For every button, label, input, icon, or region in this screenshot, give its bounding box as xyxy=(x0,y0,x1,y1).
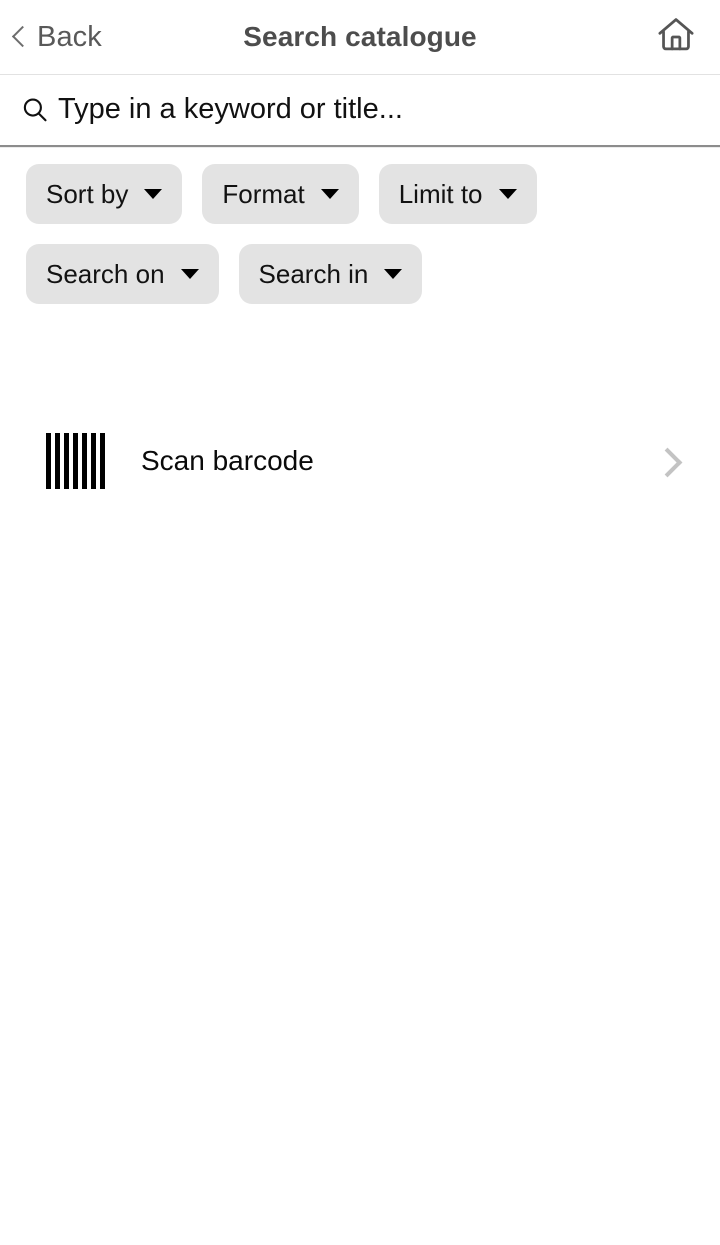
filter-chip-label: Format xyxy=(222,179,305,209)
filter-chip-label: Sort by xyxy=(46,179,129,209)
chevron-down-icon xyxy=(180,269,199,279)
back-button[interactable]: Back xyxy=(12,0,108,74)
search-icon xyxy=(20,95,50,125)
filter-chip-limit-to[interactable]: Limit to xyxy=(378,164,537,224)
scan-barcode-row[interactable]: Scan barcode xyxy=(0,418,720,504)
chevron-down-icon xyxy=(144,189,163,199)
page-title: Search catalogue xyxy=(243,21,477,52)
back-button-label: Back xyxy=(37,20,102,53)
chevron-down-icon xyxy=(384,269,403,279)
filter-chip-label: Limit to xyxy=(398,179,483,209)
home-button[interactable] xyxy=(654,0,698,74)
empty-results-area xyxy=(0,504,720,1245)
scan-barcode-label: Scan barcode xyxy=(141,445,314,476)
filter-chip-search-in[interactable]: Search in xyxy=(238,244,423,304)
filter-chip-label: Search on xyxy=(46,259,165,289)
filter-chip-group: Sort by Format Limit to Search on Search… xyxy=(0,148,666,304)
filter-chip-sort-by[interactable]: Sort by xyxy=(26,164,183,224)
search-input[interactable] xyxy=(58,94,700,126)
chevron-right-icon xyxy=(664,444,684,478)
search-field[interactable] xyxy=(0,75,720,147)
chevron-down-icon xyxy=(320,189,339,199)
chevron-down-icon xyxy=(498,189,517,199)
filter-chip-format[interactable]: Format xyxy=(202,164,359,224)
chevron-left-icon xyxy=(12,23,28,51)
filter-chip-label: Search in xyxy=(258,259,369,289)
barcode-icon xyxy=(46,433,105,489)
filter-chip-search-on[interactable]: Search on xyxy=(26,244,219,304)
app-header: Back Search catalogue xyxy=(0,0,720,75)
home-icon xyxy=(654,13,698,62)
